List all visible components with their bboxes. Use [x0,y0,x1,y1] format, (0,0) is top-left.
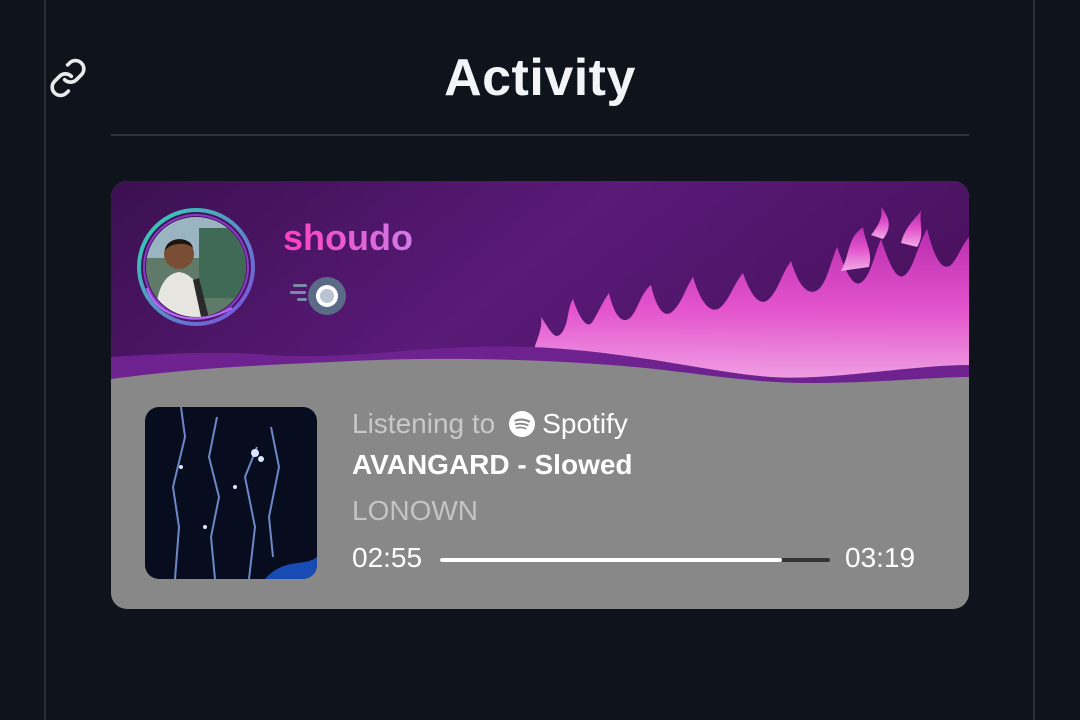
listening-row: Listening to Spotify [352,404,628,444]
activity-card: shoudo Listening to Spotify AVANGARD - S… [111,181,969,609]
artist-name[interactable]: LONOWN [352,495,478,527]
track-title[interactable]: AVANGARD - Slowed [352,449,633,481]
right-frame-line [1033,0,1035,720]
activity-status-icon [289,274,351,318]
spotify-icon [509,411,536,437]
listening-label: Listening to [352,408,496,439]
user-avatar[interactable] [137,208,255,326]
elapsed-time: 02:55 [352,542,423,573]
progress-bar[interactable] [440,558,830,562]
username: shoudo [283,217,413,258]
title-divider [111,134,969,136]
page-title: Activity [444,49,636,107]
platform-name: Spotify [542,408,628,439]
total-time: 03:19 [845,542,916,573]
left-frame-line [44,0,46,720]
album-art[interactable] [145,407,317,579]
progress-fill [440,558,783,562]
